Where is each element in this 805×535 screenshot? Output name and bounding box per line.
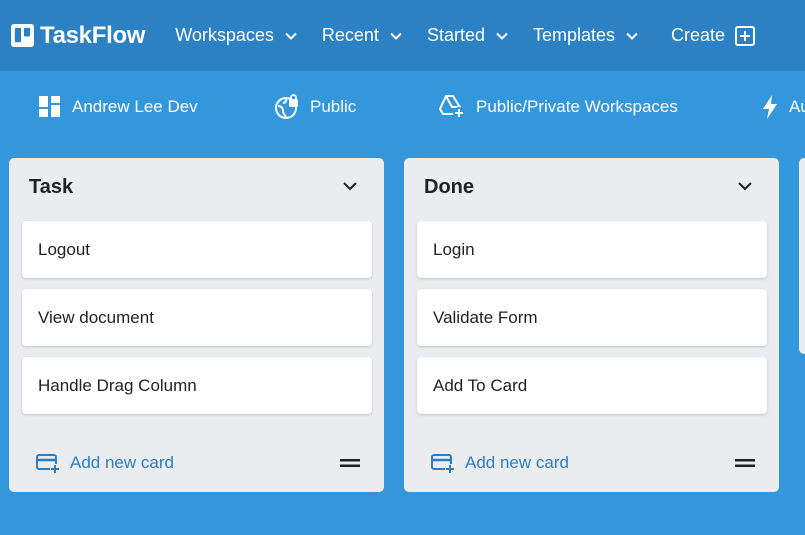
workspace-type-button[interactable]: Public/Private Workspaces [438,71,678,143]
board-toolbar: Andrew Lee Dev Public Public/Private Wor… [0,71,805,143]
nav-started[interactable]: Started [427,0,509,71]
card[interactable]: Validate Form [417,289,767,346]
drag-handle-icon[interactable] [735,458,755,468]
add-card-icon [36,454,60,473]
chevron-down-icon[interactable] [737,178,753,194]
chevron-down-icon [496,32,508,40]
column-footer: Add new card [36,450,360,476]
add-new-card-button[interactable]: Add new card [36,453,174,473]
automation-label: Au [789,97,805,116]
drag-handle-icon[interactable] [340,458,360,468]
card[interactable]: Add To Card [417,357,767,414]
add-new-card-label: Add new card [465,453,569,472]
automation-button[interactable]: Au [761,71,805,143]
bolt-icon [763,95,777,119]
nav-started-label: Started [426,25,485,45]
nav-templates[interactable]: Templates [533,0,639,71]
add-to-drive-icon [439,95,465,119]
app-name: TaskFlow [40,21,146,49]
add-box-icon [735,25,756,46]
column-partial [799,158,805,354]
column-title: Done [424,176,474,198]
workspace-type-label: Public/Private Workspaces [476,97,678,116]
visibility-label: Public [310,97,357,116]
column-task: Task Logout View document Handle Drag Co… [9,158,384,492]
board-icon [11,24,34,47]
create-label: Create [671,25,726,45]
workspace-owner-button[interactable]: Andrew Lee Dev [38,71,198,143]
workspace-owner-label: Andrew Lee Dev [72,97,198,116]
add-new-card-button[interactable]: Add new card [431,453,569,473]
chevron-down-icon [626,32,638,40]
nav-templates-label: Templates [532,25,616,45]
card[interactable]: View document [22,289,372,346]
add-new-card-label: Add new card [70,453,174,472]
card[interactable]: Logout [22,221,372,278]
dashboard-icon [39,96,60,117]
chevron-down-icon [285,32,297,40]
card[interactable]: Handle Drag Column [22,357,372,414]
card[interactable]: Login [417,221,767,278]
nav-workspaces[interactable]: Workspaces [175,0,298,71]
column-done: Done Login Validate Form Add To Card Add… [404,158,779,492]
app-logo[interactable]: TaskFlow [11,0,145,71]
nav-recent-label: Recent [321,25,379,45]
column-title: Task [29,176,74,198]
chevron-down-icon [390,32,402,40]
visibility-button[interactable]: Public [274,71,356,143]
app-bar: TaskFlow Workspaces Recent Started Templ… [0,0,805,71]
add-card-icon [431,454,455,473]
nav-recent[interactable]: Recent [322,0,403,71]
chevron-down-icon[interactable] [342,178,358,194]
nav-workspaces-label: Workspaces [175,25,274,45]
column-footer: Add new card [431,450,755,476]
public-lock-icon [275,94,298,119]
create-button[interactable]: Create [671,25,756,46]
